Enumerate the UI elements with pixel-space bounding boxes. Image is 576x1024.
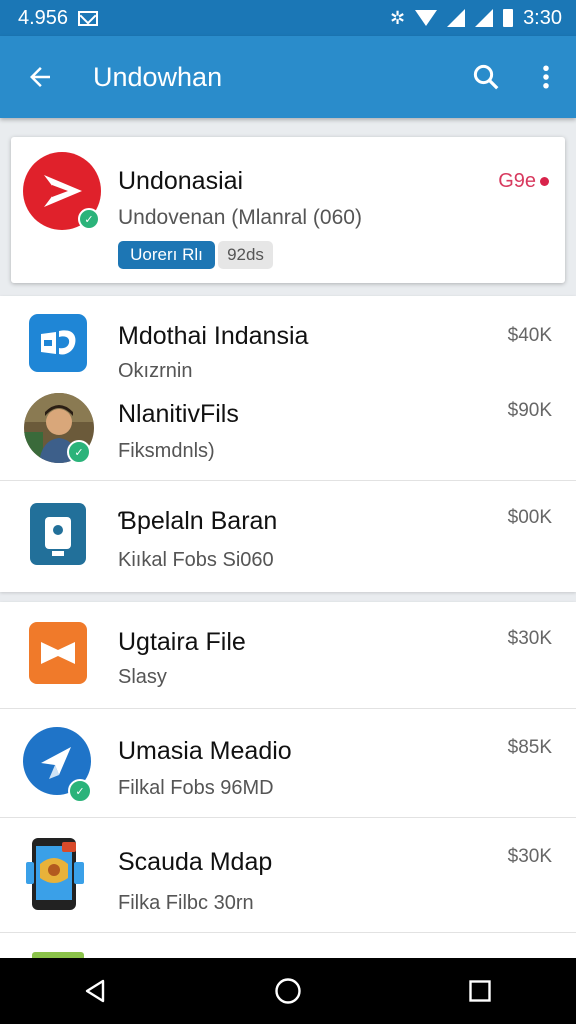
nav-back-icon — [85, 979, 105, 1003]
item-title: NlanitivFils — [118, 400, 239, 428]
item-subtitle: Filka Filbc 30rn — [118, 892, 254, 914]
more-vert-icon — [543, 65, 549, 89]
search-icon — [473, 64, 499, 90]
featured-card[interactable]: ✓ Undonasiai Undovenan (Mlanral (060) Uo… — [11, 137, 565, 283]
item-price: $85K — [507, 737, 552, 758]
back-arrow-icon — [30, 67, 50, 87]
windows-store-icon — [29, 314, 87, 372]
bluetooth-icon: ✲ — [389, 7, 406, 28]
status-bar: 4.956 ✲ 3:30 — [0, 0, 576, 36]
nav-recents-button[interactable] — [440, 958, 520, 1024]
more-options-button[interactable] — [516, 36, 576, 118]
nav-recents-icon — [469, 980, 491, 1002]
divider — [0, 932, 576, 933]
verified-check-icon: ✓ — [78, 208, 100, 230]
featured-chip-primary[interactable]: Uorerı Rlı — [118, 241, 215, 269]
signal-icon-2 — [475, 9, 494, 27]
back-button[interactable] — [0, 36, 80, 118]
featured-price-text: G9e — [498, 170, 536, 192]
status-time-left: 4.956 — [18, 6, 69, 29]
item-price: $00K — [507, 507, 552, 528]
featured-title: Undonasiai — [118, 167, 244, 195]
item-price: $30K — [507, 846, 552, 867]
list-item[interactable]: ✓ Umasia Meadio Filkal Fobs 96MD $85K — [0, 709, 576, 817]
item-subtitle: Fiksmdnls) — [118, 440, 215, 462]
list-item[interactable]: Ugtaira File Slasy $30K — [0, 602, 576, 708]
list-group-2: Ugtaira File Slasy $30K ✓ Umasia Meadio … — [0, 602, 576, 958]
item-title: Mdothai Indansia — [118, 322, 309, 350]
item-price: $30K — [507, 628, 552, 649]
list-group-1: Mdothai Indansia Okızrnin $40K ✓ Nlaniti… — [0, 296, 576, 592]
blue-doc-icon — [30, 503, 86, 565]
page-title: Undowhan — [93, 61, 223, 92]
nav-home-icon — [275, 978, 301, 1004]
verified-check-icon: ✓ — [67, 440, 91, 464]
nav-home-button[interactable] — [248, 958, 328, 1024]
item-title: Umasia Meadio — [118, 737, 292, 765]
phone-map-icon — [26, 838, 84, 910]
mail-icon — [78, 10, 99, 26]
app-bar: Undowhan — [0, 36, 576, 118]
battery-icon — [503, 9, 514, 27]
featured-chip-secondary: 92ds — [218, 241, 273, 269]
item-subtitle: Slasy — [118, 666, 167, 688]
search-button[interactable] — [456, 36, 516, 118]
item-price: $90K — [507, 400, 552, 421]
status-time-right: 3:30 — [523, 6, 562, 29]
list-item[interactable]: Scauda Mdap Filka Filbc 30rn $30K — [0, 818, 576, 930]
featured-subtitle: Undovenan (Mlanral (060) — [118, 206, 362, 229]
item-subtitle: Kiıkal Fobs Si060 — [118, 549, 274, 571]
signal-icon — [447, 9, 466, 27]
orange-ribbon-icon — [29, 622, 87, 684]
item-price: $40K — [507, 325, 552, 346]
item-subtitle: Okızrnin — [118, 360, 193, 382]
list-item[interactable]: Mdothai Indansia Okızrnin $40K — [0, 296, 576, 388]
item-title: Ɓpelaln Baran — [118, 507, 278, 535]
featured-price: G9e — [498, 170, 549, 193]
item-title: Ugtaira File — [118, 628, 246, 656]
item-subtitle: Filkal Fobs 96MD — [118, 777, 274, 799]
verified-check-icon: ✓ — [68, 779, 92, 803]
list-item[interactable]: ✓ NlanitivFils Fiksmdnls) $90K — [0, 388, 576, 480]
item-title: Scauda Mdap — [118, 848, 273, 876]
nav-bar — [0, 958, 576, 1024]
list-item[interactable]: Ɓpelaln Baran Kiıkal Fobs Si060 $00K — [0, 481, 576, 592]
nav-back-button[interactable] — [56, 958, 136, 1024]
wifi-icon — [415, 10, 438, 26]
unread-dot-icon — [540, 177, 549, 187]
